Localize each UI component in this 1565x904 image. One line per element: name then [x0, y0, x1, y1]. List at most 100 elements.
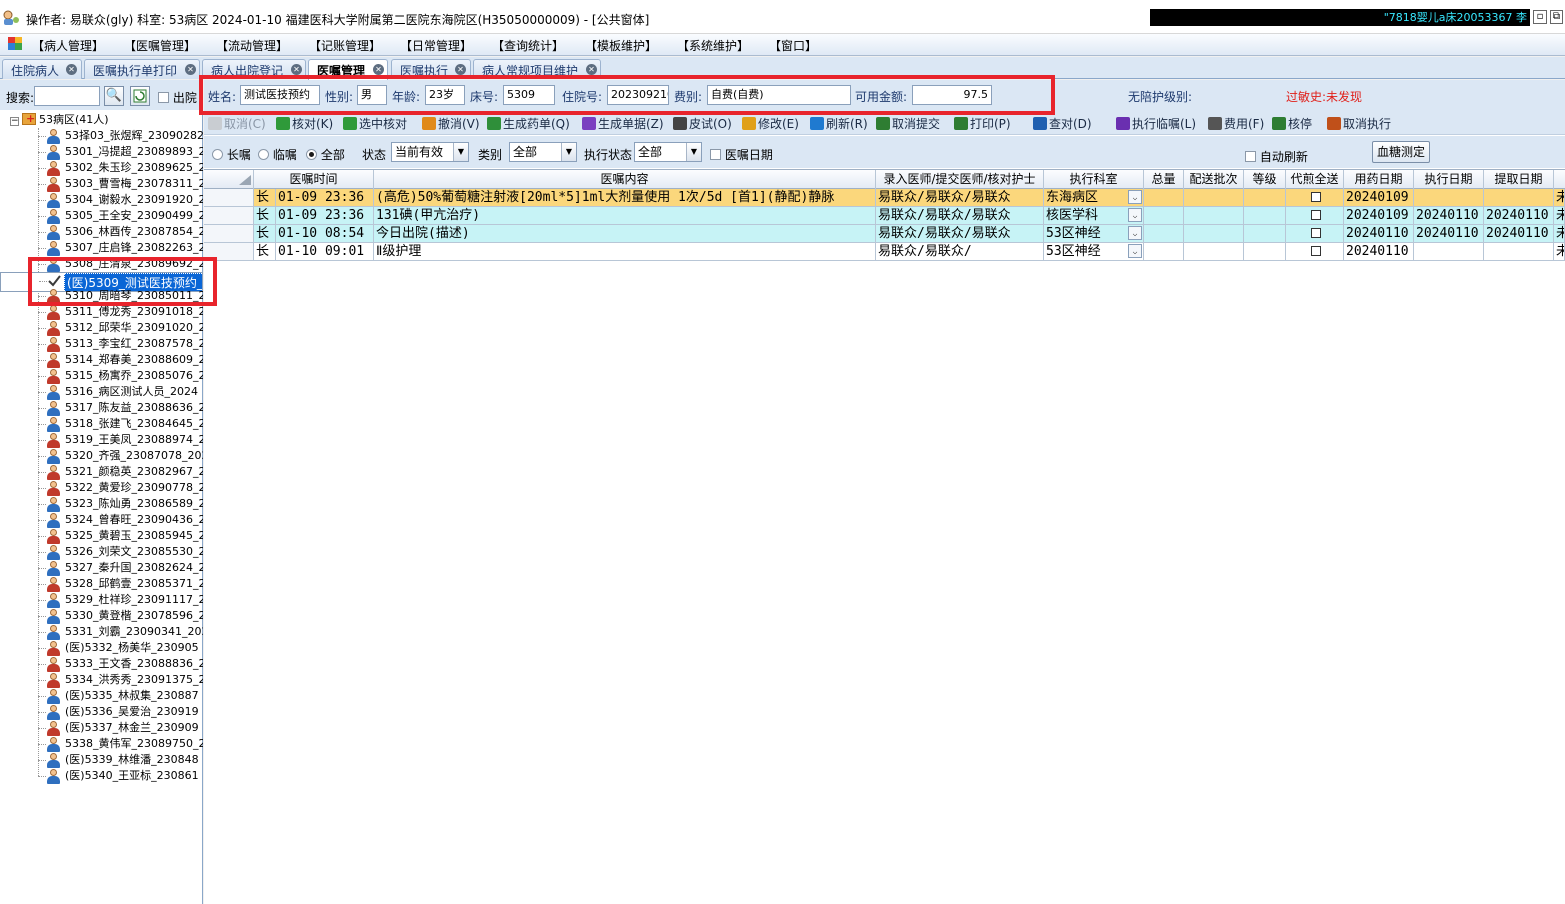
patient-tree-item[interactable]: 5319_王美凤_23088974_2	[0, 432, 203, 448]
status-select[interactable]: 当前有效 ▼	[391, 142, 469, 162]
toolbar-button-3[interactable]: 撤消(V)	[422, 115, 480, 132]
table-row[interactable]: 长 01-09 23:36 131碘(甲亢治疗) 易联众/易联众/易联众 核医学科 ⌵ 20…	[204, 207, 1565, 225]
patient-tree-item[interactable]: 5302_朱玉珍_23089625_2	[0, 160, 203, 176]
close-icon[interactable]: ✕	[66, 64, 77, 75]
radio-long-term[interactable]: 长嘱	[212, 146, 251, 163]
exec-dept-select[interactable]: 53区神经 ⌵	[1044, 225, 1144, 242]
toolbar-button-9[interactable]: 取消提交	[876, 115, 940, 132]
exec-dept-select[interactable]: 53区神经 ⌵	[1044, 243, 1144, 260]
patient-tree-item[interactable]: 5305_王全安_23090499_2	[0, 208, 203, 224]
search-button[interactable]: 🔍	[104, 86, 124, 106]
menu-patient-mgmt[interactable]: 【病人管理】	[32, 37, 104, 54]
decoction-checkbox-cell[interactable]	[1286, 243, 1344, 260]
menu-order-mgmt[interactable]: 【医嘱管理】	[124, 37, 196, 54]
patient-tree-item[interactable]: 5313_李宝红_23087578_2	[0, 336, 203, 352]
patient-tree-item[interactable]: 5331_刘霸_23090341_202	[0, 624, 203, 640]
patient-tree-item[interactable]: 5317_陈友益_23088636_2	[0, 400, 203, 416]
patient-tree-item[interactable]: 5303_曹雪梅_23078311_2	[0, 176, 203, 192]
patient-tree-item[interactable]: 5333_王文香_23088836_2	[0, 656, 203, 672]
toolbar-button-13[interactable]: 费用(F)	[1208, 115, 1264, 132]
checkbox-icon[interactable]	[1310, 210, 1321, 220]
menu-flow-mgmt[interactable]: 【流动管理】	[216, 37, 288, 54]
close-icon[interactable]: ✕	[586, 64, 597, 75]
patient-tree-item[interactable]: 53择03_张煜辉_23090282	[0, 128, 203, 144]
close-icon[interactable]: ✕	[185, 64, 196, 75]
tree-root-ward[interactable]: −53病区(41人)	[10, 111, 109, 128]
patient-tree-item[interactable]: 5323_陈灿勇_23086589_2	[0, 496, 203, 512]
menu-billing-mgmt[interactable]: 【记账管理】	[309, 37, 381, 54]
decoction-checkbox-cell[interactable]	[1286, 225, 1344, 242]
patient-tree-item[interactable]: 5329_杜祥珍_23091117_2	[0, 592, 203, 608]
menu-app-icon[interactable]	[8, 37, 22, 50]
toolbar-button-12[interactable]: 执行临嘱(L)	[1116, 115, 1196, 132]
toolbar-button-6[interactable]: 皮试(O)	[673, 115, 732, 132]
auto-refresh-checkbox[interactable]	[1245, 151, 1256, 162]
toolbar-button-8[interactable]: 刷新(R)	[810, 115, 868, 132]
patient-tree-item[interactable]: 5325_黄碧玉_23085945_2	[0, 528, 203, 544]
toolbar-button-10[interactable]: 打印(P)	[954, 115, 1011, 132]
menu-query-stats[interactable]: 【查询统计】	[492, 37, 564, 54]
table-row[interactable]: 长 01-10 08:54 今日出院(描述) 易联众/易联众/易联众 53区神经 ⌵ 202…	[204, 225, 1565, 243]
patient-tree-item[interactable]: 5334_洪秀秀_23091375_2	[0, 672, 203, 688]
discharged-toggle[interactable]: 出院	[158, 89, 197, 106]
menu-window[interactable]: 【窗口】	[769, 37, 817, 54]
checkbox-icon[interactable]	[1310, 228, 1321, 238]
column-header[interactable]: 等级	[1244, 170, 1286, 189]
patient-tree-item[interactable]: 5311_傅龙秀_23091018_2	[0, 304, 203, 320]
exec-dept-select[interactable]: 核医学科 ⌵	[1044, 207, 1144, 224]
column-header[interactable]: 配送批次	[1184, 170, 1244, 189]
row-selector[interactable]	[204, 225, 254, 242]
radio-all[interactable]: 全部	[306, 146, 345, 163]
toolbar-button-15[interactable]: 取消执行	[1327, 115, 1391, 132]
patient-tree-item[interactable]: (医)5340_王亚标_230861	[0, 768, 203, 784]
menu-system[interactable]: 【系统维护】	[677, 37, 749, 54]
discharged-checkbox[interactable]	[158, 92, 169, 103]
toolbar-button-5[interactable]: 生成单据(Z)	[582, 115, 664, 132]
toolbar-button-14[interactable]: 核停	[1272, 115, 1312, 132]
toolbar-button-11[interactable]: 查对(D)	[1033, 115, 1092, 132]
menu-template[interactable]: 【模板维护】	[585, 37, 657, 54]
patient-tree-item[interactable]: 5316_病区测试人员_2024	[0, 384, 203, 400]
toolbar-button-7[interactable]: 修改(E)	[742, 115, 799, 132]
category-select[interactable]: 全部 ▼	[509, 142, 577, 162]
chevron-down-icon[interactable]: ⌵	[1128, 190, 1142, 204]
chevron-down-icon[interactable]: ⌵	[1128, 244, 1142, 258]
tab-order-exec-print[interactable]: 医嘱执行单打印 ✕	[84, 59, 200, 79]
table-row[interactable]: 长 01-09 23:36 (高危)50%葡萄糖注射液[20ml*5]1ml大剂量使…	[204, 189, 1565, 207]
patient-tree-item[interactable]: 5312_邱荣华_23091020_2	[0, 320, 203, 336]
patient-tree-item[interactable]: 5301_冯提超_23089893_2	[0, 144, 203, 160]
row-selector[interactable]	[204, 207, 254, 224]
order-date-checkbox[interactable]	[710, 149, 721, 160]
patient-tree-item[interactable]: 5326_刘荣文_23085530_2	[0, 544, 203, 560]
patient-tree-item[interactable]: (医)5335_林叔集_230887	[0, 688, 203, 704]
patient-tree-item[interactable]: 5321_颜稳英_23082967_2	[0, 464, 203, 480]
toolbar-button-1[interactable]: 核对(K)	[276, 115, 333, 132]
order-date-toggle[interactable]: 医嘱日期	[710, 146, 773, 163]
column-header[interactable]: 录入医师/提交医师/核对护士	[876, 170, 1044, 189]
patient-tree-item[interactable]: 5318_张建飞_23084645_2	[0, 416, 203, 432]
patient-tree-item[interactable]: (医)5332_杨美华_230905	[0, 640, 203, 656]
checkbox-icon[interactable]	[1310, 246, 1321, 256]
toolbar-button-0[interactable]: 取消(C)	[208, 115, 266, 132]
patient-tree-item[interactable]: 5338_黄伟军_23089750_2	[0, 736, 203, 752]
patient-tree-item[interactable]: 5322_黄爱珍_23090778_2	[0, 480, 203, 496]
chevron-down-icon[interactable]: ▼	[561, 143, 576, 161]
patient-tree-item[interactable]: 5328_邱鹤壹_23085371_2	[0, 576, 203, 592]
refresh-list-button[interactable]	[130, 86, 150, 106]
toolbar-button-2[interactable]: 选中核对	[343, 115, 407, 132]
search-input[interactable]	[34, 86, 100, 106]
column-header[interactable]: 提取日期	[1484, 170, 1554, 189]
minimize-button[interactable]: ▫	[1533, 10, 1547, 24]
close-icon[interactable]: ✕	[291, 64, 302, 75]
patient-tree-item[interactable]: 5304_谢毅水_23091920_2	[0, 192, 203, 208]
exec-status-select[interactable]: 全部 ▼	[634, 142, 702, 162]
blood-sugar-button[interactable]: 血糖测定	[1372, 141, 1431, 163]
decoction-checkbox-cell[interactable]	[1286, 189, 1344, 206]
column-header[interactable]: 总量	[1144, 170, 1184, 189]
auto-refresh-toggle[interactable]: 自动刷新	[1245, 148, 1308, 165]
close-icon[interactable]: ✕	[373, 64, 384, 75]
close-icon[interactable]: ✕	[455, 64, 466, 75]
chevron-down-icon[interactable]: ▼	[686, 143, 701, 161]
chevron-down-icon[interactable]: ⌵	[1128, 226, 1142, 240]
patient-tree-item[interactable]: 5306_林酉传_23087854_2	[0, 224, 203, 240]
